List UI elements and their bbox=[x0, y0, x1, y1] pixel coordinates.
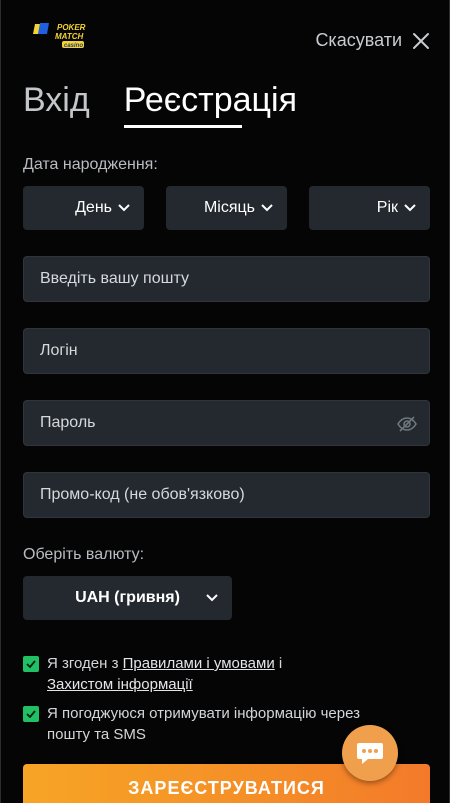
frame-edge-left bbox=[0, 0, 1, 803]
marketing-line1: Я погоджуюся отримувати інформацію через bbox=[47, 705, 360, 722]
terms-link[interactable]: Правилами і умовами bbox=[123, 655, 275, 672]
chat-button[interactable] bbox=[342, 725, 398, 781]
marketing-line2: пошту та SMS bbox=[47, 726, 146, 743]
email-placeholder: Введіть вашу пошту bbox=[40, 270, 189, 287]
month-select-value: Місяць bbox=[203, 199, 255, 216]
marketing-text: Я погоджуюся отримувати інформацію через… bbox=[47, 703, 360, 745]
terms-agreement: Я згоден з Правилами і умовами і Захисто… bbox=[23, 653, 282, 695]
year-select-value: Рік bbox=[376, 199, 398, 216]
chat-icon bbox=[357, 743, 383, 764]
chevron-down-icon bbox=[118, 204, 130, 212]
password-field[interactable]: Пароль bbox=[23, 400, 430, 446]
email-field[interactable]: Введіть вашу пошту bbox=[23, 256, 430, 302]
terms-text: Я згоден з Правилами і умовами і Захисто… bbox=[47, 653, 282, 695]
promo-code-field[interactable]: Промо-код (не обов'язково) bbox=[23, 472, 430, 518]
eye-slash-icon[interactable] bbox=[397, 415, 417, 433]
terms-prefix: Я згоден з bbox=[47, 655, 123, 672]
login-placeholder: Логін bbox=[40, 342, 78, 359]
logo: POKER MATCH casino bbox=[32, 20, 90, 50]
day-select-value: День bbox=[75, 199, 112, 216]
cancel-label: Скасувати bbox=[315, 30, 402, 50]
svg-text:POKER: POKER bbox=[57, 23, 86, 32]
cancel-button[interactable]: Скасувати bbox=[315, 30, 430, 51]
year-select[interactable]: Рік bbox=[309, 186, 430, 230]
currency-select[interactable]: UAH (гривня) bbox=[23, 576, 232, 620]
currency-select-value: UAH (гривня) bbox=[75, 589, 180, 606]
month-select[interactable]: Місяць bbox=[166, 186, 287, 230]
auth-tabs: Вхід Реєстрація bbox=[23, 80, 297, 128]
day-select[interactable]: День bbox=[23, 186, 144, 230]
register-button-label: ЗАРЕЄСТРУВАТИСЯ bbox=[128, 778, 325, 798]
check-icon bbox=[26, 710, 36, 718]
privacy-link[interactable]: Захистом інформації bbox=[47, 676, 193, 693]
terms-checkbox[interactable] bbox=[23, 656, 39, 672]
chevron-down-icon bbox=[206, 594, 218, 602]
svg-text:MATCH: MATCH bbox=[55, 32, 84, 41]
active-tab-underline bbox=[123, 125, 242, 128]
currency-label: Оберіть валюту: bbox=[23, 546, 145, 563]
tab-register[interactable]: Реєстрація bbox=[123, 80, 297, 128]
marketing-agreement: Я погоджуюся отримувати інформацію через… bbox=[23, 703, 360, 745]
close-icon bbox=[413, 32, 429, 49]
check-icon bbox=[26, 660, 36, 668]
tab-register-label: Реєстрація bbox=[123, 81, 297, 119]
password-placeholder: Пароль bbox=[40, 414, 96, 431]
promo-placeholder: Промо-код (не обов'язково) bbox=[40, 486, 245, 503]
chevron-down-icon bbox=[261, 204, 273, 212]
terms-mid: і bbox=[274, 655, 283, 672]
login-field[interactable]: Логін bbox=[23, 328, 430, 374]
chevron-down-icon bbox=[404, 204, 416, 212]
marketing-checkbox[interactable] bbox=[23, 706, 39, 722]
svg-text:casino: casino bbox=[64, 43, 83, 49]
birthdate-label: Дата народження: bbox=[23, 156, 158, 173]
tab-login[interactable]: Вхід bbox=[23, 80, 90, 120]
